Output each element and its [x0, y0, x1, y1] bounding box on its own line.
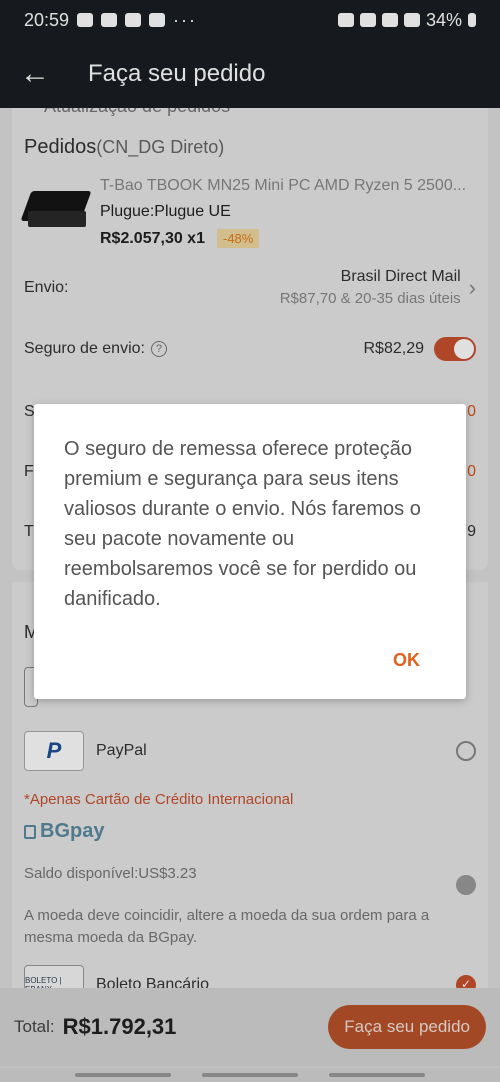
insurance-info-dialog: O seguro de remessa oferece proteção pre… [34, 404, 466, 699]
dialog-message: O seguro de remessa oferece proteção pre… [64, 438, 421, 610]
dialog-ok-button[interactable]: OK [393, 650, 420, 671]
